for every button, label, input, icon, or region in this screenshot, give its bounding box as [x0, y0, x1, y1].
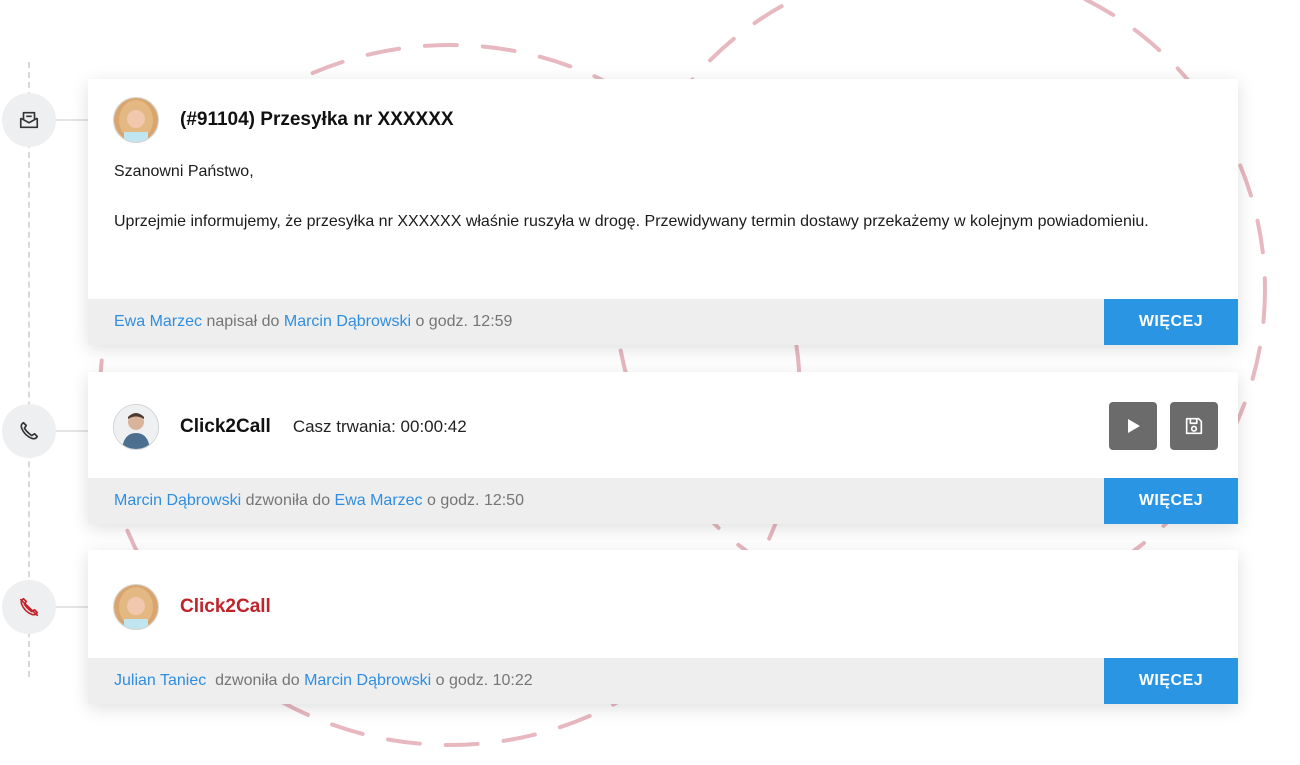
save-recording-button[interactable]	[1170, 402, 1218, 450]
more-button[interactable]: WIĘCEJ	[1104, 478, 1238, 524]
recipient-link[interactable]: Marcin Dąbrowski	[284, 313, 411, 331]
play-button[interactable]	[1109, 402, 1157, 450]
card-title: (#91104) Przesyłka nr XXXXXX	[180, 109, 454, 130]
more-button[interactable]: WIĘCEJ	[1104, 658, 1238, 704]
call-card: Click2Call Casz trwania: 00:00:42 Marcin…	[88, 372, 1238, 524]
card-footer: Ewa Marzec napisał do Marcin Dąbrowski o…	[88, 299, 1238, 345]
footer-time: o godz. 10:22	[431, 672, 533, 689]
more-button[interactable]: WIĘCEJ	[1104, 299, 1238, 345]
message-content: Uprzejmie informujemy, że przesyłka nr X…	[114, 213, 1149, 230]
footer-time: o godz. 12:50	[422, 492, 524, 509]
footer-time: o godz. 12:59	[411, 313, 513, 330]
card-header: (#91104) Przesyłka nr XXXXXX	[113, 97, 454, 143]
card-header: Click2Call	[113, 584, 271, 630]
email-card: (#91104) Przesyłka nr XXXXXX Szanowni Pa…	[88, 79, 1238, 345]
card-title: Click2Call	[180, 596, 271, 617]
callee-link[interactable]: Marcin Dąbrowski	[304, 672, 431, 690]
call-duration: Casz trwania: 00:00:42	[292, 417, 467, 436]
sender-link[interactable]: Ewa Marzec	[114, 313, 202, 331]
card-header: Click2Call Casz trwania: 00:00:42	[113, 404, 467, 450]
phone-icon	[20, 421, 39, 440]
missed-call-card: Click2Call Julian Taniec dzwoniła do Mar…	[88, 550, 1238, 704]
avatar	[113, 584, 159, 630]
card-title: Click2Call	[180, 416, 271, 437]
caller-link[interactable]: Julian Taniec	[114, 672, 206, 690]
avatar	[113, 97, 159, 143]
caller-link[interactable]: Marcin Dąbrowski	[114, 492, 241, 510]
avatar	[113, 404, 159, 450]
footer-action: napisał do	[202, 313, 284, 330]
save-icon	[1185, 417, 1203, 435]
callee-link[interactable]: Ewa Marzec	[335, 492, 423, 510]
timeline-node-call	[2, 404, 88, 458]
play-icon	[1128, 419, 1140, 433]
card-footer: Marcin Dąbrowski dzwoniła do Ewa Marzec …	[88, 478, 1238, 524]
envelope-icon	[19, 111, 39, 129]
message-greeting: Szanowni Państwo,	[114, 163, 254, 180]
footer-action: dzwoniła do	[241, 492, 335, 509]
missed-call-icon	[19, 597, 39, 617]
timeline-node-email	[2, 93, 88, 147]
message-body: Szanowni Państwo, Uprzejmie informujemy,…	[114, 159, 1184, 259]
timeline-node-missed-call	[2, 580, 88, 634]
footer-action: dzwoniła do	[206, 672, 305, 689]
card-footer: Julian Taniec dzwoniła do Marcin Dąbrows…	[88, 658, 1238, 704]
